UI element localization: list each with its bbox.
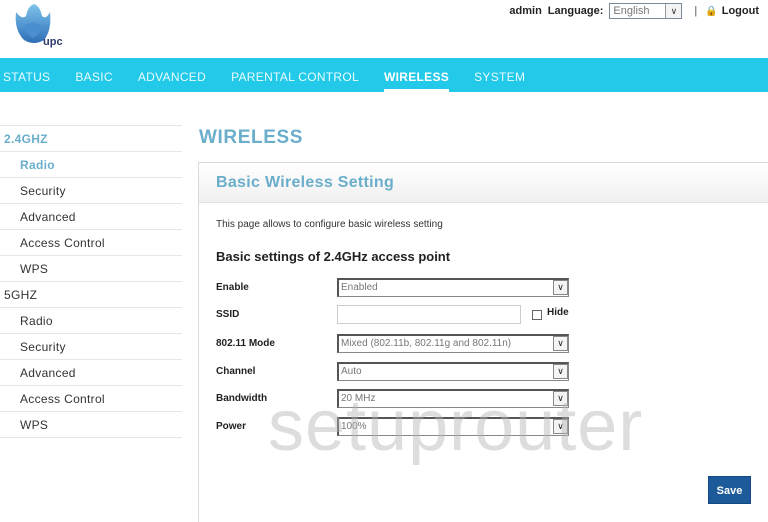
enable-value: Enabled — [341, 281, 378, 293]
bandwidth-label: Bandwidth — [216, 392, 268, 404]
hide-ssid-checkbox[interactable] — [532, 310, 542, 320]
sidebar-item-24-advanced[interactable]: Advanced — [0, 203, 182, 229]
bandwidth-select[interactable]: 20 MHz ∨ — [337, 388, 569, 408]
username: admin — [509, 5, 542, 17]
channel-value: Auto — [341, 365, 362, 377]
nav-system[interactable]: SYSTEM — [474, 58, 525, 92]
separator: | — [694, 5, 698, 17]
mode-select[interactable]: Mixed (802.11b, 802.11g and 802.11n) ∨ — [337, 333, 569, 353]
chevron-down-icon: ∨ — [665, 4, 682, 18]
save-button[interactable]: Save — [708, 476, 751, 504]
sidebar-item-24-wps[interactable]: WPS — [0, 255, 182, 281]
bandwidth-value: 20 MHz — [341, 392, 376, 404]
page-title: WIRELESS — [199, 127, 304, 148]
channel-label: Channel — [216, 365, 256, 377]
sidebar-group-24ghz[interactable]: 2.4GHZ — [0, 125, 182, 151]
mode-label: 802.11 Mode — [216, 337, 275, 349]
bandwidth-row: Bandwidth 20 MHz ∨ — [216, 388, 576, 408]
sidebar-item-24-access-control[interactable]: Access Control — [0, 229, 182, 255]
sidebar-item-5-advanced[interactable]: Advanced — [0, 359, 182, 385]
chevron-down-icon: ∨ — [553, 279, 568, 295]
ssid-label: SSID — [216, 308, 240, 320]
sidebar-item-5-wps[interactable]: WPS — [0, 411, 182, 437]
mode-value: Mixed (802.11b, 802.11g and 802.11n) — [341, 337, 512, 349]
nav-basic[interactable]: BASIC — [75, 58, 113, 92]
power-row: Power 100% ∨ — [216, 416, 576, 436]
main-nav: STATUS BASIC ADVANCED PARENTAL CONTROL W… — [0, 58, 768, 92]
enable-row: Enable Enabled ∨ — [216, 277, 576, 297]
language-value: English — [613, 5, 650, 17]
enable-select[interactable]: Enabled ∨ — [337, 277, 569, 297]
nav-wireless[interactable]: WIRELESS — [384, 58, 450, 92]
channel-row: Channel Auto ∨ — [216, 361, 576, 381]
nav-advanced[interactable]: ADVANCED — [138, 58, 206, 92]
hide-ssid-label: Hide — [547, 307, 569, 318]
power-label: Power — [216, 420, 247, 432]
panel-title: Basic Wireless Setting — [199, 163, 768, 203]
sidebar-item-5-security[interactable]: Security — [0, 333, 182, 359]
brand-name: upc — [43, 36, 63, 48]
nav-parental-control[interactable]: PARENTAL CONTROL — [231, 58, 359, 92]
ssid-input[interactable] — [337, 304, 521, 324]
header: upc admin Language: English ∨ | 🔒 Logout — [0, 0, 768, 58]
mode-row: 802.11 Mode Mixed (802.11b, 802.11g and … — [216, 333, 576, 353]
language-select[interactable]: English ∨ — [609, 3, 683, 19]
sidebar: 2.4GHZ Radio Security Advanced Access Co… — [0, 125, 182, 438]
logout-link[interactable]: Logout — [722, 5, 759, 17]
sidebar-item-5-access-control[interactable]: Access Control — [0, 385, 182, 411]
chevron-down-icon: ∨ — [553, 418, 568, 434]
lock-icon: 🔒 — [705, 5, 718, 17]
sidebar-item-24-security[interactable]: Security — [0, 177, 182, 203]
channel-select[interactable]: Auto ∨ — [337, 361, 569, 381]
chevron-down-icon: ∨ — [553, 390, 568, 406]
top-bar: admin Language: English ∨ | 🔒 Logout — [509, 2, 759, 20]
nav-status[interactable]: STATUS — [3, 58, 50, 92]
power-select[interactable]: 100% ∨ — [337, 416, 569, 436]
sidebar-item-5-radio[interactable]: Radio — [0, 307, 182, 333]
page-description: This page allows to configure basic wire… — [216, 219, 443, 230]
chevron-down-icon: ∨ — [553, 335, 568, 351]
section-title: Basic settings of 2.4GHz access point — [216, 249, 451, 264]
settings-panel: Basic Wireless Setting This page allows … — [198, 162, 768, 522]
ssid-row: SSID Hide — [216, 304, 576, 324]
power-value: 100% — [341, 420, 367, 432]
language-label: Language: — [547, 5, 604, 17]
enable-label: Enable — [216, 281, 249, 293]
sidebar-item-24-radio[interactable]: Radio — [0, 151, 182, 177]
sidebar-group-5ghz[interactable]: 5GHZ — [0, 281, 182, 307]
chevron-down-icon: ∨ — [553, 363, 568, 379]
